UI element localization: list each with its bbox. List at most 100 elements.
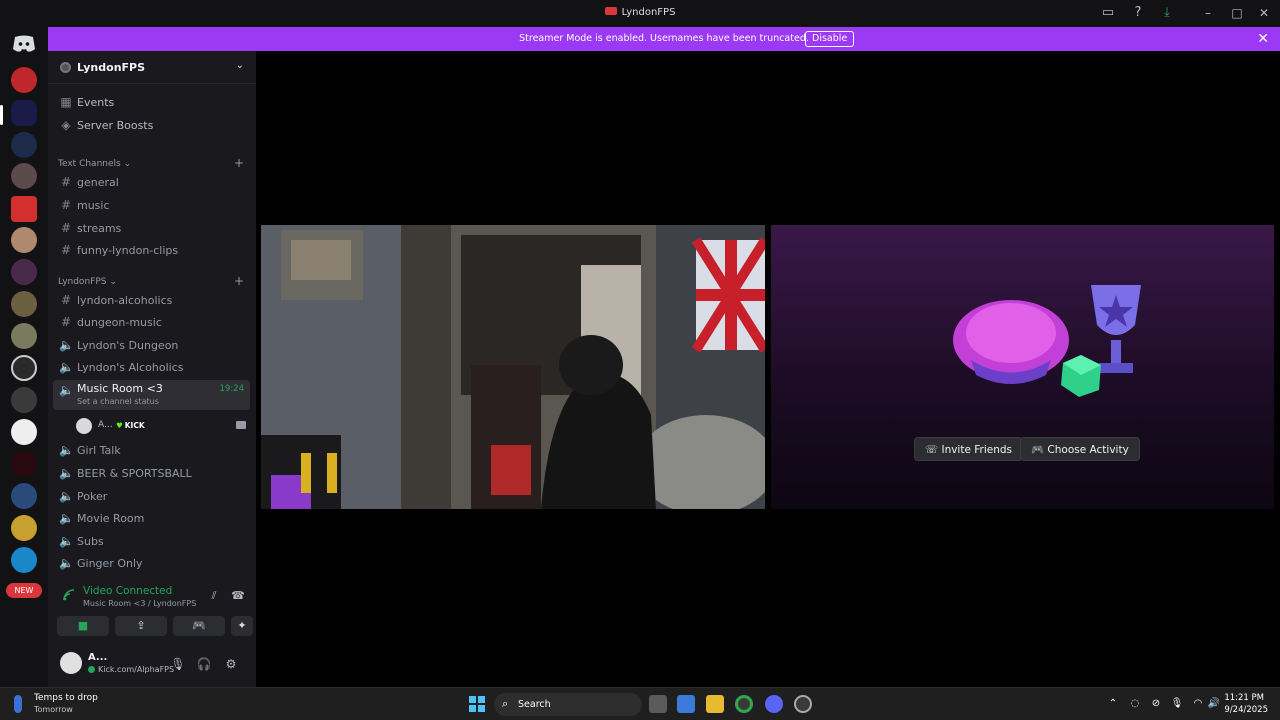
voice-channel-lyndons-dungeon[interactable]: 🔈 Lyndon's Dungeon	[53, 335, 250, 356]
channel-general[interactable]: # general	[53, 172, 250, 193]
channel-lyndon-alcoholics[interactable]: # lyndon-alcoholics	[53, 290, 250, 311]
app-taskbar-icon[interactable]	[794, 695, 812, 713]
nav-server-boosts[interactable]: ◈ Server Boosts	[53, 115, 250, 136]
camera-button[interactable]: ■	[57, 616, 109, 636]
channel-label: dungeon-music	[77, 316, 162, 329]
server-icon-6[interactable]	[11, 227, 37, 253]
server-icon-lyndonfps[interactable]	[11, 100, 37, 126]
discord-taskbar-icon[interactable]	[765, 695, 783, 713]
app-icon	[604, 7, 617, 15]
webcam-video	[261, 225, 765, 509]
weather-title[interactable]: Temps to drop	[34, 693, 98, 703]
server-icon-12[interactable]	[11, 419, 37, 445]
close-window-button[interactable]: ✕	[1254, 5, 1274, 21]
kick-badge: ♥ KICK	[116, 421, 145, 430]
channel-music[interactable]: # music	[53, 195, 250, 216]
server-icon-1g[interactable]	[11, 196, 37, 222]
clock-time[interactable]: 11:21 PM	[1224, 693, 1264, 703]
signal-icon[interactable]	[62, 588, 76, 602]
maximize-button[interactable]: □	[1227, 5, 1247, 21]
server-icon-nation[interactable]	[11, 483, 37, 509]
download-icon[interactable]: ⤓	[1159, 5, 1175, 21]
server-icon-16[interactable]	[11, 547, 37, 573]
voice-channel-poker[interactable]: 🔈 Poker	[53, 486, 250, 507]
thermometer-icon[interactable]	[14, 695, 22, 713]
voice-status-subtitle[interactable]: Music Room <3 / LyndonFPS	[83, 599, 196, 608]
speaker-icon: 🔈	[59, 360, 74, 374]
category-text-channels[interactable]: Text Channels ⌄	[58, 159, 131, 169]
chrome-icon[interactable]	[735, 695, 753, 713]
server-header[interactable]: LyndonFPS ⌄	[48, 51, 256, 84]
boost-icon: ◈	[61, 118, 71, 132]
volume-icon[interactable]: 🔊	[1207, 697, 1221, 711]
voice-channel-ginger-only[interactable]: 🔈 Ginger Only	[53, 553, 250, 574]
add-channel-icon[interactable]: +	[234, 274, 244, 288]
channel-streams[interactable]: # streams	[53, 218, 250, 239]
add-channel-icon[interactable]: +	[234, 156, 244, 170]
speaker-icon: 🔈	[59, 489, 74, 503]
activity-button[interactable]: 🎮	[173, 616, 225, 636]
inbox-icon[interactable]: ▭	[1100, 5, 1116, 21]
channel-label: music	[77, 199, 110, 212]
user-status-text: Kick.com/AlphaFPS	[98, 665, 175, 674]
server-icon-3[interactable]	[11, 132, 37, 158]
server-icon-15[interactable]	[11, 515, 37, 541]
network-status-icon[interactable]: ⊘	[1149, 697, 1163, 711]
clock-date[interactable]: 9/24/2025	[1224, 705, 1268, 715]
server-icon-alpha[interactable]	[11, 67, 37, 93]
channel-label: general	[77, 176, 119, 189]
settings-gear-icon[interactable]: ⚙	[223, 656, 239, 672]
server-icon-4[interactable]	[11, 163, 37, 189]
server-icon-7[interactable]	[11, 259, 37, 285]
server-icon-13[interactable]	[11, 451, 37, 477]
discord-home-icon[interactable]	[12, 35, 36, 53]
video-stream-tile[interactable]	[261, 225, 765, 509]
task-view-icon[interactable]	[649, 695, 667, 713]
server-icon-9[interactable]	[11, 323, 37, 349]
channel-status[interactable]: Set a channel status	[77, 397, 159, 406]
channel-funny-lyndon-clips[interactable]: # funny-lyndon-clips	[53, 240, 250, 261]
voice-channel-music-room[interactable]: 🔈 Music Room <3 Set a channel status 19:…	[53, 380, 250, 410]
disconnect-icon[interactable]: ☎	[231, 589, 245, 603]
category-lyndonfps[interactable]: LyndonFPS ⌄	[58, 277, 117, 287]
voice-channel-beer-sportsball[interactable]: 🔈 BEER & SPORTSBALL	[53, 463, 250, 484]
microphone-tray-icon[interactable]: 🎙	[1170, 697, 1184, 711]
disable-button[interactable]: Disable	[805, 31, 855, 47]
tray-overflow-icon[interactable]: ⌃	[1106, 697, 1120, 711]
nav-events[interactable]: ▦ Events	[53, 92, 250, 113]
microphone-icon[interactable]: 🎙	[170, 656, 186, 672]
avatar[interactable]	[60, 652, 82, 674]
new-badge[interactable]: NEW	[6, 583, 42, 598]
server-rail: NEW	[0, 27, 48, 687]
choose-activity-button[interactable]: 🎮 Choose Activity	[1020, 437, 1140, 461]
chevron-down-icon[interactable]: ⌄	[236, 60, 244, 71]
channel-label: Girl Talk	[77, 444, 121, 457]
tray-app-icon[interactable]: ◌	[1128, 697, 1142, 711]
window-title: LyndonFPS	[0, 7, 1280, 18]
server-icon-cult[interactable]	[11, 355, 37, 381]
voice-channel-subs[interactable]: 🔈 Subs	[53, 531, 250, 552]
voice-channel-lyndons-alcoholics[interactable]: 🔈 Lyndon's Alcoholics	[53, 357, 250, 378]
voice-channel-girl-talk[interactable]: 🔈 Girl Talk	[53, 440, 250, 461]
soundboard-button[interactable]: ✦	[231, 616, 253, 636]
screenshare-button[interactable]: ⇪	[115, 616, 167, 636]
minimize-button[interactable]: –	[1198, 5, 1218, 21]
store-icon[interactable]	[677, 695, 695, 713]
close-icon[interactable]: ✕	[1257, 31, 1269, 47]
channel-dungeon-music[interactable]: # dungeon-music	[53, 312, 250, 333]
avatar	[76, 418, 92, 434]
file-explorer-icon[interactable]	[706, 695, 724, 713]
voice-channel-movie-room[interactable]: 🔈 Movie Room	[53, 508, 250, 529]
windows-start-icon[interactable]	[469, 696, 485, 712]
server-icon-8[interactable]	[11, 291, 37, 317]
help-icon[interactable]: ?	[1130, 5, 1146, 21]
noise-suppression-icon[interactable]: ⫽	[207, 589, 221, 603]
headphones-icon[interactable]: 🎧	[196, 656, 212, 672]
invite-friends-button[interactable]: ☏ Invite Friends	[914, 437, 1024, 461]
hash-icon: #	[60, 198, 72, 212]
taskbar-search[interactable]: ⌕ Search	[494, 693, 642, 716]
username[interactable]: A...	[88, 652, 107, 663]
server-icon-11[interactable]	[11, 387, 37, 413]
wifi-icon[interactable]: ◠	[1191, 697, 1205, 711]
voice-member[interactable]: A... ♥ KICK	[76, 417, 250, 435]
